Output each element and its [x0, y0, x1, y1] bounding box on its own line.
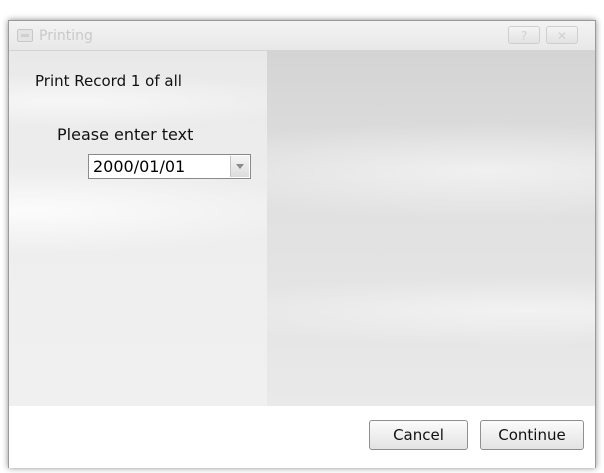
window-icon	[17, 29, 33, 42]
help-button[interactable]: ?	[508, 26, 540, 44]
button-bar: Cancel Continue	[9, 406, 595, 468]
form-panel	[9, 51, 267, 406]
chevron-down-icon[interactable]	[230, 156, 249, 177]
record-status-text: Print Record 1 of all	[35, 72, 182, 90]
background-panel	[267, 51, 595, 406]
title-bar[interactable]: Printing ? ✕	[9, 21, 595, 51]
cancel-button[interactable]: Cancel	[369, 420, 468, 450]
date-input-value[interactable]: 2000/01/01	[93, 157, 185, 176]
prompt-label: Please enter text	[57, 125, 194, 144]
window-title: Printing	[39, 28, 93, 44]
date-combo-input[interactable]: 2000/01/01	[88, 154, 251, 179]
continue-button[interactable]: Continue	[480, 420, 584, 450]
close-button[interactable]: ✕	[546, 26, 578, 44]
printing-dialog: Printing ? ✕ Print Record 1 of all Pleas…	[8, 20, 596, 468]
